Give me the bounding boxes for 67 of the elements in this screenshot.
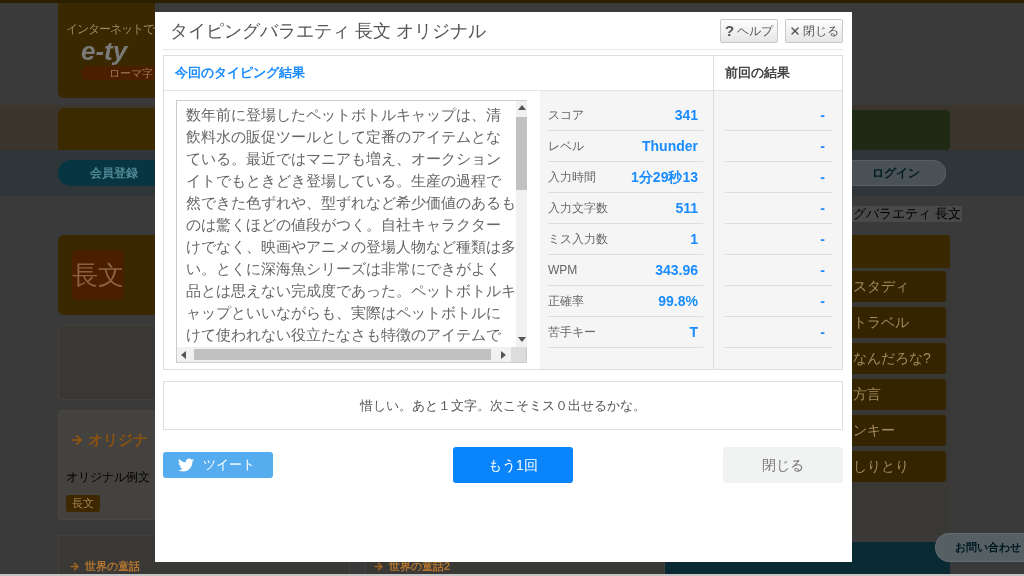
previous-stat-value: - <box>820 322 826 342</box>
stat-label: 苦手キー <box>548 324 596 341</box>
previous-result-heading: 前回の結果 <box>725 64 790 83</box>
menu-item[interactable]: スタディ <box>852 271 946 302</box>
close-icon <box>789 24 801 37</box>
logo-badge: ローマ字 <box>81 66 155 80</box>
previous-stat-value: - <box>820 229 826 249</box>
stat-label: ミス入力数 <box>548 231 608 248</box>
previous-stat-value: - <box>820 136 826 156</box>
menu-item[interactable]: しりとり <box>852 451 946 482</box>
dialog-title: タイピングバラエティ 長文 オリジナル <box>170 19 486 42</box>
login-button[interactable]: ログイン <box>852 160 946 186</box>
logo-wordmark: e-ty <box>81 39 128 63</box>
stat-value: 99.8% <box>658 291 699 311</box>
scrollbar-corner <box>511 347 526 362</box>
stat-value: 1分29秒13 <box>631 167 699 187</box>
stat-label: 入力時間 <box>548 169 596 186</box>
card-description: オリジナル例文 <box>66 470 150 484</box>
card-title[interactable]: 世界の童話 <box>85 561 140 572</box>
close-dialog-button[interactable]: 閉じる <box>723 447 843 483</box>
stat-label: 入力文字数 <box>548 200 608 217</box>
category-tile[interactable]: 長文 <box>72 250 124 300</box>
register-button[interactable]: 会員登録 <box>58 160 155 186</box>
stat-label: WPM <box>548 262 578 279</box>
bird-icon <box>178 457 194 473</box>
stat-value: T <box>689 322 699 342</box>
question-mark-icon: ? <box>724 23 735 38</box>
logo-tagline: インターネットで <box>66 23 154 36</box>
scroll-right-arrow-icon[interactable] <box>501 350 506 359</box>
scrollbar-thumb[interactable] <box>516 117 527 190</box>
vertical-scrollbar[interactable] <box>516 101 527 347</box>
menu-item[interactable]: なんだろな? <box>852 343 946 374</box>
menu-item[interactable]: 方言 <box>852 379 946 410</box>
stat-value: 343.96 <box>655 260 699 280</box>
previous-stat-value: - <box>820 167 826 187</box>
previous-stat-value: - <box>820 198 826 218</box>
arrow-right-icon <box>70 433 84 447</box>
menu-item[interactable]: ンキー <box>852 415 946 446</box>
stat-value: 511 <box>675 198 699 218</box>
passage-text: 数年前に登場したペットボトルキャップは、清 飲料水の販促ツールとして定番のアイテムとな ている。最近ではマニアも増え、オークション イトでもときどき登場している。生産の過程で 然できた色ずれや、型ずれなど希少価値のあるも のは驚くほどの値段がつく。自社キャラクター けでなく、映画やアニメの登場人物など種類は多 い。とくに深海魚シリーズは非常にできがよく 品とは思えない完成度であった。ペットボトルキ ャップといいながらも、実際はペットボトルに けて使われない役立たなさも特徴のアイテムで <box>185 106 516 345</box>
menu-item[interactable]: トラベル <box>852 307 946 338</box>
current-result-heading: 今回のタイピング結果 <box>175 64 305 83</box>
horizontal-scrollbar[interactable] <box>177 347 511 362</box>
stat-label: 正確率 <box>548 293 584 310</box>
stat-label: レベル <box>548 138 584 155</box>
scroll-left-arrow-icon[interactable] <box>181 350 186 359</box>
stat-value: 341 <box>674 105 699 125</box>
retry-button[interactable]: もう1回 <box>453 447 573 483</box>
logo-panel[interactable]: インターネットで e-ty ローマ字 <box>58 3 155 98</box>
previous-stat-value: - <box>820 260 826 280</box>
stat-label: スコア <box>548 107 584 124</box>
help-button[interactable]: ? ヘルプ <box>720 18 778 43</box>
stat-value: Thunder <box>642 136 699 156</box>
stat-value: 1 <box>690 229 699 249</box>
tweet-button[interactable]: ツイート <box>163 452 273 478</box>
result-message: 惜しい。あと１文字。次こそミス０出せるかな。 <box>360 396 646 415</box>
contact-button[interactable]: お問い合わせ <box>935 533 1024 562</box>
arrow-right-icon <box>69 561 80 572</box>
close-button[interactable]: 閉じる <box>785 18 843 43</box>
card-tag: 長文 <box>66 495 100 512</box>
scroll-up-arrow-icon[interactable] <box>517 105 526 110</box>
arrow-right-icon <box>373 561 384 572</box>
previous-stat-value: - <box>820 291 826 311</box>
scroll-down-arrow-icon[interactable] <box>517 337 526 342</box>
previous-stat-value: - <box>820 105 826 125</box>
breadcrumb-text: グバラエティ 長文 <box>852 206 962 222</box>
scrollbar-thumb[interactable] <box>194 349 491 360</box>
